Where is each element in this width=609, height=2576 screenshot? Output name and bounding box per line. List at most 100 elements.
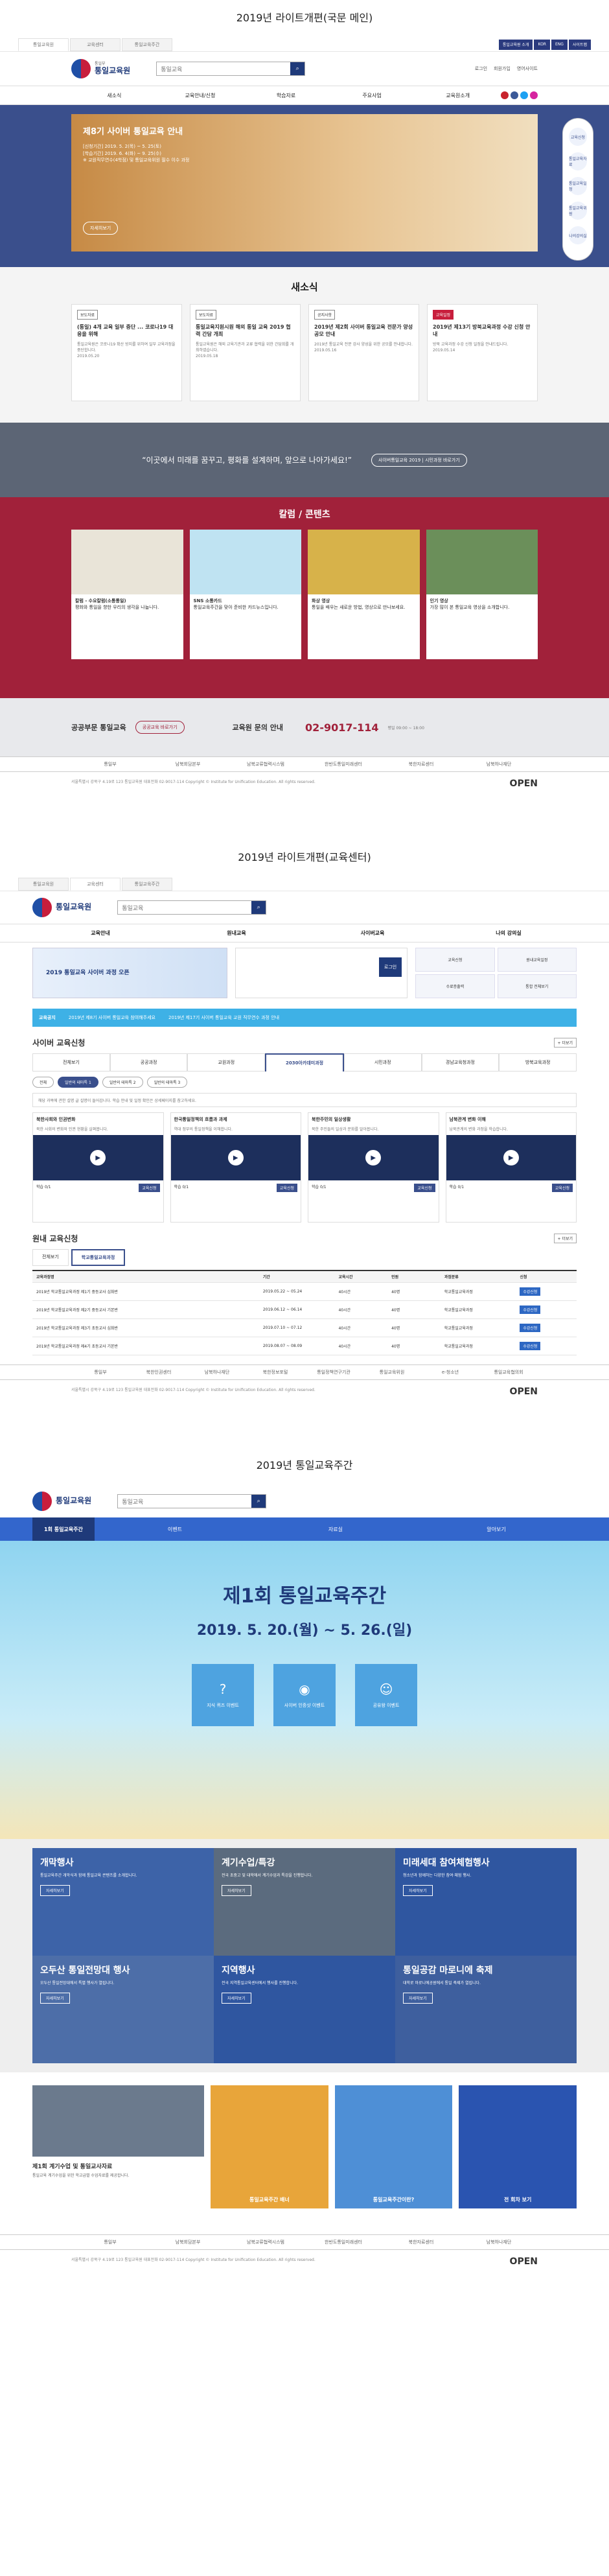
promo-banner[interactable]: 2019 통일교육 사이버 과정 오픈	[32, 948, 227, 998]
nav-item[interactable]: 사이버교육	[304, 930, 441, 937]
family-site[interactable]: 한반도통일미래센터	[304, 761, 382, 767]
cell[interactable]: 2019년 학교통일교육과정 제4기 초등교사 기본반	[36, 1343, 263, 1349]
nav-item[interactable]: 학습자료	[243, 92, 329, 99]
join-link[interactable]: 회원가입	[494, 65, 511, 72]
hero-more-button[interactable]: 자세히보기	[83, 222, 119, 235]
play-icon[interactable]: ▶	[503, 1150, 519, 1165]
tab[interactable]: 시민과정	[343, 1053, 422, 1071]
nav-item[interactable]: 자료실	[255, 1526, 416, 1533]
family-site[interactable]: 남북교류협력시스템	[227, 2239, 304, 2245]
play-icon[interactable]: ▶	[90, 1150, 106, 1165]
sub-tab[interactable]: 일반의 테마특 2	[102, 1077, 143, 1088]
top-link[interactable]: 사이트맵	[568, 39, 591, 50]
nav-item[interactable]: 교육안내/신청	[157, 92, 244, 99]
tab[interactable]: 학교통일교육과정	[71, 1249, 126, 1266]
family-site[interactable]: 북한인권센터	[130, 1369, 188, 1376]
block-button[interactable]: 자세히보기	[403, 1993, 433, 2004]
top-link[interactable]: KOR	[534, 39, 550, 50]
quick-item[interactable]: 수료증출력	[415, 974, 495, 998]
twitter-icon[interactable]	[520, 91, 528, 99]
top-tab[interactable]: 교육센터	[70, 877, 121, 891]
quick-item[interactable]: 통일교육자료	[569, 152, 587, 170]
course-card[interactable]: 남북관계 변화 이해 남북관계의 변화 과정을 학습합니다. ▶ 학습 0/1 교육신청	[445, 1112, 577, 1223]
event-photo[interactable]: ◉ 사이버 인증샷 이벤트	[273, 1664, 336, 1726]
play-icon[interactable]: ▶	[227, 1150, 244, 1165]
apply-button[interactable]: 수강신청	[520, 1287, 541, 1296]
family-site[interactable]: 남북하나재단	[188, 1369, 246, 1376]
block-button[interactable]: 자세히보기	[222, 1993, 251, 2004]
cell[interactable]: 2019년 학교통일교육과정 제3기 초등교사 심화반	[36, 1325, 263, 1331]
apply-button[interactable]: 수강신청	[520, 1324, 541, 1332]
quick-item[interactable]: 통일교육위원	[569, 202, 587, 220]
search-input[interactable]: 통일교육 ⌕	[117, 1494, 267, 1508]
search-icon[interactable]: ⌕	[290, 62, 305, 75]
family-site[interactable]: 남북교류협력시스템	[227, 761, 304, 767]
banner-card[interactable]: 전 회차 보기	[459, 2085, 577, 2208]
event-block[interactable]: 통일공감 마로니에 축제 대학로 마로니에공원에서 통일 축제가 열립니다. 자세히…	[395, 1956, 577, 2063]
nav-item[interactable]: 교육안내	[32, 930, 168, 937]
tab[interactable]: 방북교육과정	[499, 1053, 577, 1071]
nav-home[interactable]: 1회 통일교육주간	[32, 1517, 95, 1541]
family-site[interactable]: 남북하나재단	[460, 2239, 538, 2245]
event-block[interactable]: 오두산 통일전망대 행사 오두산 통일전망대에서 특별 행사가 열립니다. 자세히보…	[32, 1956, 214, 2063]
news-card[interactable]: 공지사항 2019년 제2회 사이버 통일교육 전문가 양성 공모 안내 2019년…	[308, 304, 419, 401]
top-tab[interactable]: 통일교육주간	[122, 38, 172, 51]
block-button[interactable]: 자세히보기	[40, 1993, 70, 2004]
tab[interactable]: 2030아카데미과정	[265, 1053, 344, 1071]
course-card[interactable]: 북한사회와 인권변화 북한 사회의 변화와 인권 현황을 살펴봅니다. ▶ 학습 0/…	[32, 1112, 164, 1223]
play-icon[interactable]: ▶	[365, 1150, 382, 1165]
banner-card[interactable]: 통일교육주간 배너	[211, 2085, 328, 2208]
search-icon[interactable]: ⌕	[251, 901, 266, 914]
quick-item[interactable]: 통합 전체보기	[497, 974, 577, 998]
nav-item[interactable]: 나의 강의실	[441, 930, 577, 937]
event-quiz[interactable]: ? 지식 퀴즈 이벤트	[192, 1664, 254, 1726]
search-icon[interactable]: ⌕	[251, 1495, 266, 1508]
sub-tab[interactable]: 전체	[32, 1077, 54, 1088]
public-edu-button[interactable]: 공공교육 바로가기	[135, 721, 185, 734]
apply-button[interactable]: 교육신청	[139, 1184, 160, 1192]
block-button[interactable]: 자세히보기	[40, 1885, 70, 1896]
family-site[interactable]: 통일정책연구기관	[304, 1369, 363, 1376]
column-card[interactable]: 화상 영상 통일을 배우는 새로운 방법, 영상으로 만나보세요.	[308, 530, 420, 659]
logo[interactable]: 통일부 통일교육원	[71, 59, 130, 78]
family-site[interactable]: e-청소년	[421, 1369, 479, 1376]
course-card[interactable]: 한국통일정책의 흐름과 과제 역대 정부의 통일정책을 이해합니다. ▶ 학습 0/1…	[170, 1112, 301, 1223]
tab[interactable]: 전체보기	[32, 1053, 110, 1071]
block-button[interactable]: 자세히보기	[222, 1885, 251, 1896]
nav-item[interactable]: 주요사업	[329, 92, 415, 99]
instagram-icon[interactable]	[529, 91, 538, 99]
event-block[interactable]: 개막행사 통일교육주간 개막식과 함께 통일교육 콘텐츠를 소개합니다. 자세히보기	[32, 1848, 214, 1956]
top-tab[interactable]: 통일교육원	[18, 877, 69, 891]
top-link[interactable]: 통일교육원 소개	[498, 39, 533, 50]
cell[interactable]: 2019년 학교통일교육과정 제2기 중등교사 기본반	[36, 1307, 263, 1313]
notice-item[interactable]: 2019년 제8기 사이버 통일교육 참여해주세요	[69, 1014, 155, 1021]
top-tab[interactable]: 통일교육원	[18, 38, 69, 51]
nav-item[interactable]: 새소식	[71, 92, 157, 99]
news-card[interactable]: 보도자료 (통일) 4개 교육 일부 중단 ... 코로나19 대응을 위해 통일교…	[71, 304, 182, 401]
block-button[interactable]: 자세히보기	[403, 1885, 433, 1896]
english-link[interactable]: 영어사이트	[517, 65, 538, 72]
quote-button[interactable]: 사이버통일교육 2019 | 시민과정 바로가기	[371, 453, 467, 467]
apply-button[interactable]: 교육신청	[414, 1184, 435, 1192]
family-site[interactable]: 북한자료센터	[382, 761, 460, 767]
column-card[interactable]: 인기 영상 가장 많이 본 통일교육 영상을 소개합니다.	[426, 530, 538, 659]
tab[interactable]: 교원과정	[187, 1053, 266, 1071]
tab[interactable]: 공공과정	[109, 1053, 188, 1071]
banner-card[interactable]: 통일교육주간이란?	[334, 2085, 453, 2208]
more-button[interactable]: + 더보기	[553, 1234, 577, 1243]
family-site[interactable]: 통일교육협의회	[479, 1369, 538, 1376]
apply-button[interactable]: 수강신청	[520, 1342, 541, 1350]
family-site[interactable]: 남북회담본부	[149, 2239, 227, 2245]
family-site[interactable]: 북한정보포털	[246, 1369, 304, 1376]
family-site[interactable]: 통일부	[71, 1369, 130, 1376]
event-block[interactable]: 미래세대 참여체험행사 청소년과 함께하는 다양한 참여·체험 행사. 자세히보기	[395, 1848, 577, 1956]
event-block[interactable]: 계기수업/특강 전국 초중고 및 대학에서 계기수업과 특강을 진행합니다. 자세히…	[214, 1848, 395, 1956]
nav-item[interactable]: 원내교육	[168, 930, 304, 937]
notice-item[interactable]: 2019년 제17기 사이버 통일교육 교원 직무연수 과정 안내	[168, 1014, 279, 1021]
family-site[interactable]: 통일부	[71, 761, 149, 767]
apply-button[interactable]: 교육신청	[276, 1184, 297, 1192]
event-share[interactable]: ☺ 공유왕 이벤트	[355, 1664, 417, 1726]
apply-button[interactable]: 교육신청	[551, 1184, 573, 1192]
news-card[interactable]: 보도자료 통일교육지원시원 해외 통일 교육 2019 협력 간담 개최 통일교육원…	[190, 304, 301, 401]
event-block[interactable]: 지역행사 전국 지역통일교육센터에서 행사를 진행합니다. 자세히보기	[214, 1956, 395, 2063]
